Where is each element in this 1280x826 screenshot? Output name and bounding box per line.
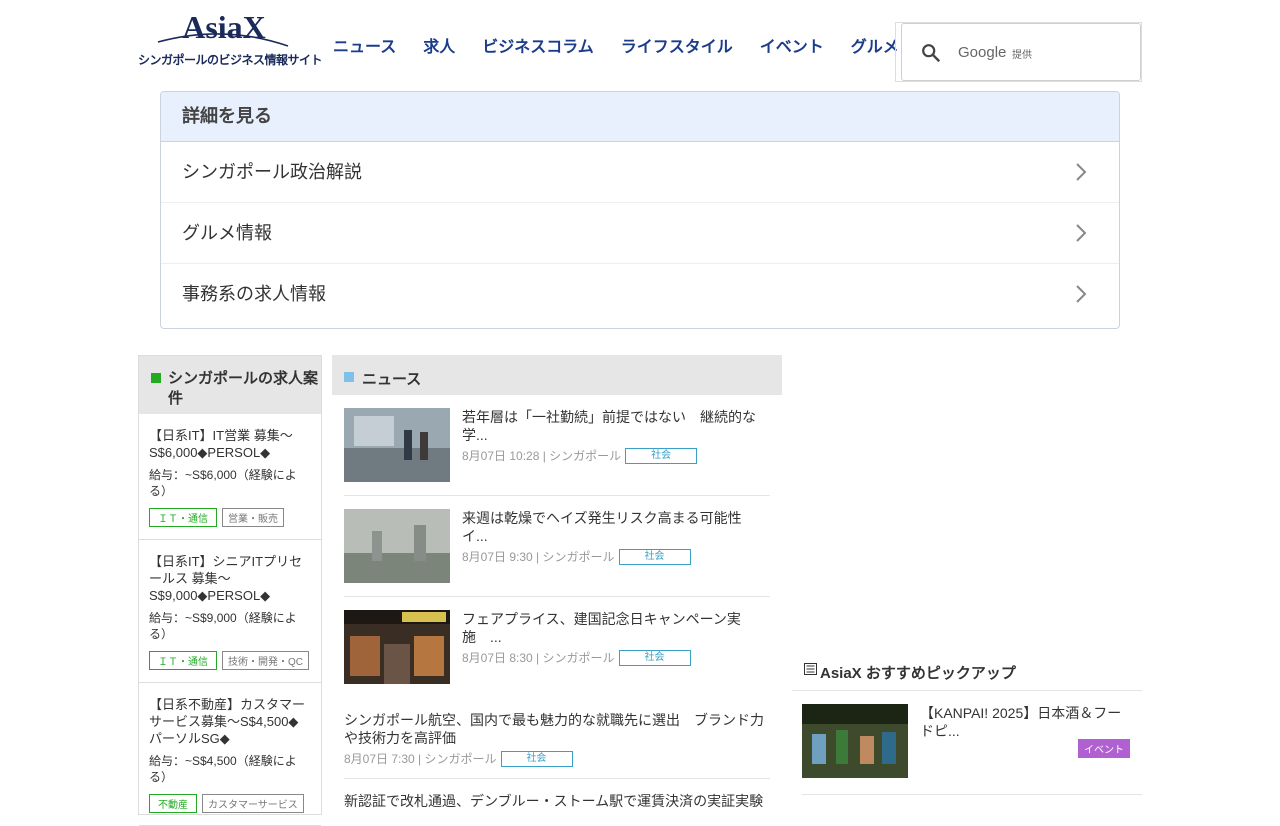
- newspaper-icon: [804, 663, 817, 675]
- news-title[interactable]: 新認証で改札通過、デンブルー・ストーム駅で運賃決済の実証実験: [344, 792, 770, 810]
- news-item: フェアプライス、建国記念日キャンペーン実施 ... 8月07日 8:30 | シ…: [344, 610, 770, 697]
- pickup-thumbnail[interactable]: [802, 704, 908, 778]
- jobs-panel: シンガポールの求人案件 【日系IT】IT営業 募集～S$6,000◆PERSOL…: [138, 355, 322, 826]
- job-tag[interactable]: 技術・開発・QC: [222, 651, 309, 670]
- pickup-title[interactable]: 【KANPAI! 2025】日本酒＆フードピ...: [920, 704, 1130, 740]
- job-title[interactable]: 【日系不動産】カスタマーサービス募集～S$4,500◆パーソルSG◆: [149, 696, 311, 747]
- job-item: 【日系IT】IT営業 募集～S$6,000◆PERSOL◆ 給与：~S$6,00…: [139, 414, 321, 540]
- news-header: ニュース: [332, 355, 782, 395]
- chevron-right-icon: [1076, 285, 1087, 303]
- job-item: 【日系不動産】カスタマーサービス募集～S$4,500◆パーソルSG◆ 給与：~S…: [139, 683, 321, 826]
- news-meta: 8月07日 7:30 | シンガポール: [344, 752, 497, 766]
- news-thumbnail[interactable]: [344, 408, 450, 482]
- news-thumbnail[interactable]: [344, 610, 450, 684]
- news-item: 新認証で改札通過、デンブルー・ストーム駅で運賃決済の実証実験: [344, 792, 770, 812]
- news-title[interactable]: フェアプライス、建国記念日キャンペーン実施 ...: [462, 610, 762, 646]
- pickup-item: 【KANPAI! 2025】日本酒＆フードピ... イベント: [802, 704, 1142, 795]
- news-meta: 8月07日 9:30 | シンガポール: [462, 550, 615, 564]
- job-tag[interactable]: 営業・販売: [222, 508, 284, 527]
- details-item-office-jobs[interactable]: 事務系の求人情報: [161, 264, 1119, 324]
- nav-events[interactable]: イベント: [760, 33, 824, 57]
- pickup-header: AsiaX おすすめピックアップ: [792, 658, 1142, 691]
- news-category[interactable]: 社会: [618, 548, 691, 565]
- pickup-heading: AsiaX おすすめピックアップ: [820, 665, 1016, 682]
- news-category[interactable]: 社会: [618, 649, 691, 666]
- jobs-heading: シンガポールの求人案件: [168, 370, 319, 407]
- news-item: 若年層は「一社勤続」前提ではない 継続的な学... 8月07日 10:28 | …: [344, 408, 770, 496]
- news-title[interactable]: 若年層は「一社勤続」前提ではない 継続的な学...: [462, 408, 762, 444]
- job-tag[interactable]: 不動産: [149, 794, 197, 813]
- job-title[interactable]: 【日系IT】シニアITプリセールス 募集～S$9,000◆PERSOL◆: [149, 553, 311, 604]
- jobs-header: シンガポールの求人案件: [139, 356, 321, 414]
- news-category[interactable]: 社会: [500, 750, 573, 767]
- news-item: シンガポール航空、国内で最も魅力的な就職先に選出 ブランド力や技術力を高評価 8…: [344, 711, 770, 779]
- news-meta: 8月07日 10:28 | シンガポール: [462, 449, 622, 463]
- logo-text: AsiaX: [182, 9, 266, 45]
- job-tag[interactable]: ＩＴ・通信: [149, 651, 217, 670]
- nav-lifestyle[interactable]: ライフスタイル: [621, 33, 733, 57]
- job-tag[interactable]: カスタマーサービス: [202, 794, 304, 813]
- news-title[interactable]: シンガポール航空、国内で最も魅力的な就職先に選出 ブランド力や技術力を高評価: [344, 711, 770, 747]
- news-title[interactable]: 来週は乾燥でヘイズ発生リスク高まる可能性イ...: [462, 509, 762, 545]
- pickup-tag[interactable]: イベント: [1078, 739, 1130, 758]
- job-item: 【日系IT】シニアITプリセールス 募集～S$9,000◆PERSOL◆ 給与：…: [139, 540, 321, 683]
- job-tag[interactable]: ＩＴ・通信: [149, 508, 217, 527]
- details-item-label: グルメ情報: [182, 223, 272, 243]
- job-title[interactable]: 【日系IT】IT営業 募集～S$6,000◆PERSOL◆: [149, 427, 311, 461]
- details-item-label: シンガポール政治解説: [182, 162, 362, 182]
- main-nav: ニュース 求人 ビジネスコラム ライフスタイル イベント グルメ: [333, 33, 926, 57]
- job-salary: 給与：~S$4,500（経験による）: [149, 754, 297, 784]
- site-logo[interactable]: AsiaX シンガポールのビジネス情報サイト: [138, 6, 323, 68]
- news-thumbnail[interactable]: [344, 509, 450, 583]
- job-salary: 給与：~S$9,000（経験による）: [149, 611, 297, 641]
- asiax-logo-mark: AsiaX: [157, 9, 289, 47]
- provided-label: 提供: [1012, 50, 1032, 61]
- job-salary: 給与：~S$6,000（経験による）: [149, 468, 297, 498]
- details-item-label: 事務系の求人情報: [182, 284, 326, 304]
- news-item: 来週は乾燥でヘイズ発生リスク高まる可能性イ... 8月07日 9:30 | シン…: [344, 509, 770, 597]
- chevron-right-icon: [1076, 224, 1087, 242]
- news-heading: ニュース: [362, 371, 422, 388]
- news-category[interactable]: 社会: [625, 447, 698, 464]
- details-item-gourmet[interactable]: グルメ情報: [161, 203, 1119, 264]
- details-panel: 詳細を見る シンガポール政治解説 グルメ情報 事務系の求人情報: [160, 91, 1120, 329]
- nav-gourmet[interactable]: グルメ: [851, 33, 899, 57]
- chevron-right-icon: [1076, 163, 1087, 181]
- site-tagline: シンガポールのビジネス情報サイト: [138, 53, 323, 67]
- nav-business-column[interactable]: ビジネスコラム: [482, 33, 594, 57]
- news-meta: 8月07日 8:30 | シンガポール: [462, 651, 615, 665]
- nav-jobs[interactable]: 求人: [423, 33, 455, 57]
- blue-square-icon: [344, 372, 354, 382]
- search-input[interactable]: Google 提供: [901, 23, 1141, 81]
- google-label: Google: [958, 44, 1007, 61]
- details-heading: 詳細を見る: [161, 92, 1119, 142]
- green-square-icon: [151, 373, 161, 383]
- search-icon[interactable]: [920, 42, 942, 64]
- details-item-politics[interactable]: シンガポール政治解説: [161, 142, 1119, 203]
- nav-news[interactable]: ニュース: [333, 33, 396, 57]
